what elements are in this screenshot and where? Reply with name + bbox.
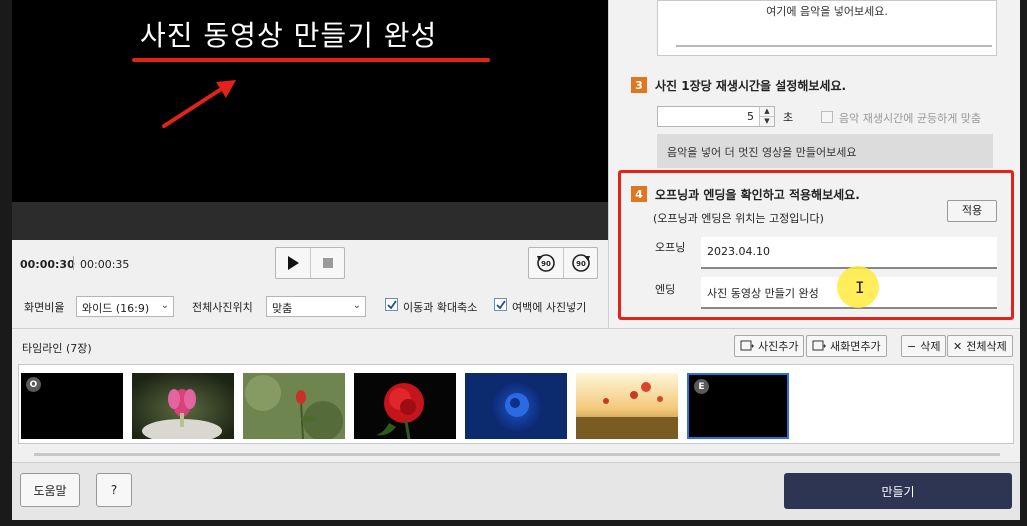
timeline-item-opening[interactable]: O bbox=[21, 373, 123, 439]
fit-music-label: 음악 재생시간에 균등하게 맞춤 bbox=[839, 112, 982, 125]
current-time: 00:00:30 bbox=[20, 258, 75, 271]
app-window: 사진 동영상 만들기 완성 00:00:30 00:00:35 90 90 화면… bbox=[12, 0, 1020, 520]
music-scrollbar[interactable] bbox=[676, 45, 992, 47]
ending-badge: E bbox=[694, 379, 709, 394]
pan-zoom-checkbox[interactable] bbox=[385, 298, 398, 311]
rotate-left-button[interactable]: 90 bbox=[529, 248, 563, 278]
make-button[interactable]: 만들기 bbox=[784, 473, 1012, 509]
step3-number: 3 bbox=[631, 77, 647, 93]
aspect-select[interactable]: 와이드 (16:9) ⌄ bbox=[76, 296, 174, 317]
minus-icon: − bbox=[907, 339, 917, 353]
chevron-down-icon: ⌄ bbox=[160, 300, 169, 311]
rotate-left-icon: 90 bbox=[537, 254, 555, 272]
total-time: 00:00:35 bbox=[80, 258, 130, 271]
stop-button[interactable] bbox=[310, 248, 344, 278]
photo-thumbnail bbox=[576, 373, 678, 439]
play-button[interactable] bbox=[276, 248, 310, 278]
question-button[interactable]: ? bbox=[96, 473, 132, 507]
close-icon: ✕ bbox=[953, 339, 963, 353]
help-button[interactable]: 도움말 bbox=[20, 473, 80, 507]
delete-all-button[interactable]: ✕ 전체삭제 bbox=[947, 335, 1013, 357]
play-stop-group bbox=[275, 247, 345, 279]
timeline-item-pink-flower[interactable] bbox=[132, 373, 234, 439]
timeline-item-rosebud[interactable] bbox=[243, 373, 345, 439]
add-photo-button[interactable]: 사진추가 bbox=[734, 335, 805, 357]
add-screen-label: 새화면추가 bbox=[830, 340, 881, 353]
opening-badge: O bbox=[26, 377, 41, 392]
delete-button[interactable]: − 삭제 bbox=[901, 335, 947, 357]
timeline-item-flower-field[interactable] bbox=[576, 373, 678, 439]
photo-thumbnail bbox=[243, 373, 345, 439]
spinner[interactable]: ▲ ▼ bbox=[759, 107, 774, 126]
spin-up-icon[interactable]: ▲ bbox=[760, 107, 774, 116]
aspect-label: 화면비율 bbox=[24, 301, 65, 314]
music-placeholder: 여기에 음악을 넣어보세요. bbox=[766, 5, 888, 18]
playback-controls: 00:00:30 00:00:35 90 90 bbox=[12, 240, 608, 288]
add-photo-label: 사진추가 bbox=[758, 340, 799, 353]
timeline-item-red-rose[interactable] bbox=[354, 373, 456, 439]
stop-icon bbox=[322, 258, 333, 268]
position-select[interactable]: 맞춤 ⌄ bbox=[266, 296, 366, 317]
svg-text:90: 90 bbox=[576, 260, 586, 268]
rotate-right-icon: 90 bbox=[571, 254, 590, 272]
rotate-right-button[interactable]: 90 bbox=[563, 248, 597, 278]
delete-label: 삭제 bbox=[920, 340, 941, 353]
fit-music-checkbox[interactable] bbox=[821, 111, 833, 123]
preview-underline bbox=[132, 58, 490, 62]
timeline-item-ending[interactable]: E bbox=[687, 373, 789, 439]
music-drop-area[interactable]: 여기에 음악을 넣어보세요. bbox=[657, 0, 997, 56]
seconds-stepper[interactable]: 5 ▲ ▼ bbox=[657, 106, 775, 127]
photo-thumbnail bbox=[354, 373, 456, 439]
checkmark-icon bbox=[387, 300, 397, 310]
timeline-title: 타임라인 (7장) bbox=[22, 342, 92, 355]
photo-thumbnail bbox=[132, 373, 234, 439]
spin-down-icon[interactable]: ▼ bbox=[760, 116, 774, 125]
play-icon bbox=[288, 256, 299, 270]
add-screen-button[interactable]: 새화면추가 bbox=[806, 335, 887, 357]
seconds-unit: 초 bbox=[783, 111, 794, 124]
add-photo-icon bbox=[740, 340, 754, 351]
fill-margin-label: 여백에 사진넣기 bbox=[512, 301, 587, 314]
timeline-scrollbar[interactable] bbox=[34, 453, 1000, 456]
pan-zoom-label: 이동과 확대축소 bbox=[403, 301, 478, 314]
fill-margin-checkbox[interactable] bbox=[494, 298, 507, 311]
step4-highlight-box bbox=[618, 170, 1014, 320]
footer-bar: 도움말 ? 만들기 bbox=[12, 462, 1020, 520]
position-value: 맞춤 bbox=[272, 302, 293, 315]
preview-overlay-title: 사진 동영상 만들기 완성 bbox=[140, 19, 438, 52]
photo-thumbnail bbox=[465, 373, 567, 439]
checkmark-icon bbox=[496, 300, 506, 310]
music-tip: 음악을 넣어 더 멋진 영상을 만들어보세요 bbox=[657, 134, 993, 168]
svg-text:90: 90 bbox=[541, 260, 551, 268]
preview-bottom-bar bbox=[12, 202, 608, 240]
delete-all-label: 전체삭제 bbox=[966, 340, 1007, 353]
options-row: 화면비율 와이드 (16:9) ⌄ 전체사진위치 맞춤 ⌄ 이동과 확대축소 여… bbox=[12, 288, 608, 328]
video-preview: 사진 동영상 만들기 완성 bbox=[12, 0, 608, 202]
chevron-down-icon: ⌄ bbox=[352, 300, 361, 311]
add-screen-icon bbox=[812, 340, 826, 351]
rotate-group: 90 90 bbox=[528, 247, 598, 279]
timeline-header: 타임라인 (7장) 사진추가 새화면추가 − 삭제 ✕ 전체삭제 bbox=[12, 328, 1020, 362]
window-edge bbox=[0, 0, 12, 526]
red-arrow-icon bbox=[162, 80, 236, 128]
step3-title: 사진 1장당 재생시간을 설정해보세요. bbox=[655, 79, 847, 93]
timeline-strip: O E bbox=[18, 364, 1014, 444]
seconds-value: 5 bbox=[747, 110, 754, 123]
timeline-item-blue-rose[interactable] bbox=[465, 373, 567, 439]
time-separator bbox=[73, 256, 74, 270]
aspect-value: 와이드 (16:9) bbox=[82, 302, 150, 315]
position-label: 전체사진위치 bbox=[192, 301, 253, 314]
